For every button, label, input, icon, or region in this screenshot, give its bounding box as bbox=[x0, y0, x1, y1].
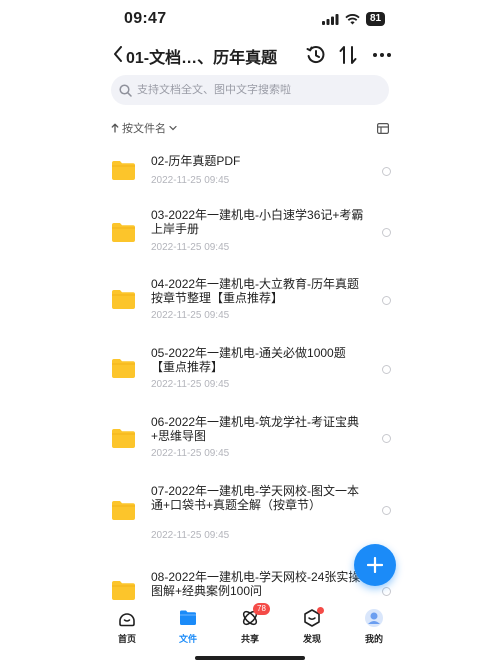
file-date: 2022-11-25 09:45 bbox=[151, 379, 230, 390]
tab-label: 文件 bbox=[178, 634, 197, 644]
file-date: 2022-11-25 09:45 bbox=[151, 448, 230, 459]
nav-bar: 01-文档…、历年真题 bbox=[0, 38, 500, 72]
chevron-down-icon bbox=[169, 125, 177, 131]
folder-icon bbox=[112, 161, 135, 180]
arrow-up-icon bbox=[111, 123, 119, 133]
file-date: 2022-11-25 09:45 bbox=[151, 242, 230, 253]
sort-by-name-button[interactable]: 按文件名 bbox=[111, 120, 177, 136]
list-item[interactable]: 02-历年真题PDF 2022-11-25 09:45 bbox=[0, 154, 500, 188]
back-icon[interactable] bbox=[108, 42, 128, 66]
file-name: 03-2022年一建机电-小白速学36记+考霸上岸手册 bbox=[151, 208, 364, 236]
folder-icon bbox=[112, 581, 135, 600]
folder-icon bbox=[112, 223, 135, 242]
view-mode-icon[interactable] bbox=[377, 121, 390, 139]
file-name: 08-2022年一建机电-学天网校-24张实操图解+经典案例100问 bbox=[151, 570, 361, 598]
tab-label: 首页 bbox=[117, 634, 136, 644]
tab-profile[interactable]: 我的 bbox=[354, 608, 394, 645]
file-date: 2022-11-25 09:45 bbox=[151, 530, 230, 541]
status-bar: 09:47 81 bbox=[0, 0, 500, 40]
battery-indicator: 81 bbox=[366, 12, 386, 26]
file-name: 05-2022年一建机电-通关必做1000题【重点推荐】 bbox=[151, 346, 346, 374]
select-radio[interactable] bbox=[382, 587, 391, 596]
notification-dot bbox=[317, 607, 324, 614]
list-item[interactable]: 07-2022年一建机电-学天网校-图文一本通+口袋书+真题全解（按章节） 20… bbox=[0, 484, 500, 546]
file-date: 2022-11-25 09:45 bbox=[151, 175, 230, 186]
folder-icon bbox=[112, 359, 135, 378]
file-name: 06-2022年一建机电-筑龙学社-考证宝典+思维导图 bbox=[151, 415, 360, 443]
share-icon-wrapper: 78 bbox=[240, 603, 270, 628]
file-name: 04-2022年一建机电-大立教育-历年真题按章节整理【重点推荐】 bbox=[151, 277, 360, 305]
tab-home[interactable]: 首页 bbox=[107, 608, 147, 645]
file-list: 02-历年真题PDF 2022-11-25 09:45 03-2022年一建机电… bbox=[0, 148, 500, 600]
search-bar[interactable] bbox=[111, 75, 389, 105]
sort-label: 按文件名 bbox=[122, 123, 166, 135]
file-name: 07-2022年一建机电-学天网校-图文一本通+口袋书+真题全解（按章节） bbox=[151, 484, 360, 512]
tab-discover[interactable]: 发现 bbox=[292, 607, 332, 645]
wifi-icon bbox=[345, 13, 360, 24]
sort-bar: 按文件名 bbox=[111, 120, 390, 139]
list-item[interactable]: 08-2022年一建机电-学天网校-24张实操图解+经典案例100问 bbox=[0, 570, 500, 600]
folder-icon bbox=[112, 501, 135, 520]
tab-files[interactable]: 文件 bbox=[168, 608, 208, 645]
avatar bbox=[365, 609, 383, 627]
select-radio[interactable] bbox=[382, 228, 391, 237]
tab-label: 我的 bbox=[364, 634, 383, 644]
search-icon bbox=[119, 83, 132, 97]
more-options-icon[interactable] bbox=[369, 42, 395, 68]
status-time: 09:47 bbox=[124, 10, 167, 27]
select-radio[interactable] bbox=[382, 434, 391, 443]
file-date: 2022-11-25 09:45 bbox=[151, 310, 230, 321]
home-indicator bbox=[195, 656, 305, 660]
tab-label: 共享 bbox=[240, 634, 259, 644]
status-icons: 81 bbox=[322, 12, 386, 26]
file-name: 02-历年真题PDF bbox=[151, 154, 241, 168]
folder-icon bbox=[112, 429, 135, 448]
plus-icon bbox=[367, 557, 383, 573]
list-item[interactable]: 06-2022年一建机电-筑龙学社-考证宝典+思维导图 2022-11-25 0… bbox=[0, 415, 500, 465]
tab-label: 发现 bbox=[302, 634, 321, 644]
sort-order-icon[interactable] bbox=[335, 42, 361, 68]
home-icon bbox=[119, 613, 135, 627]
search-input[interactable] bbox=[137, 84, 377, 96]
signal-icon bbox=[322, 13, 339, 25]
select-radio[interactable] bbox=[382, 167, 391, 176]
discover-icon-wrapper bbox=[302, 607, 324, 628]
folder-icon bbox=[180, 610, 196, 625]
select-radio[interactable] bbox=[382, 506, 391, 515]
list-item[interactable]: 03-2022年一建机电-小白速学36记+考霸上岸手册 2022-11-25 0… bbox=[0, 208, 500, 258]
share-badge: 78 bbox=[253, 603, 270, 615]
add-button[interactable] bbox=[354, 544, 396, 586]
tab-share[interactable]: 78 共享 bbox=[230, 603, 270, 645]
list-item[interactable]: 04-2022年一建机电-大立教育-历年真题按章节整理【重点推荐】 2022-1… bbox=[0, 277, 500, 327]
select-radio[interactable] bbox=[382, 365, 391, 374]
list-item[interactable]: 05-2022年一建机电-通关必做1000题【重点推荐】 2022-11-25 … bbox=[0, 346, 500, 396]
page-title: 01-文档…、历年真题 bbox=[126, 50, 278, 67]
history-icon[interactable] bbox=[303, 42, 329, 68]
select-radio[interactable] bbox=[382, 296, 391, 305]
folder-icon bbox=[112, 290, 135, 309]
